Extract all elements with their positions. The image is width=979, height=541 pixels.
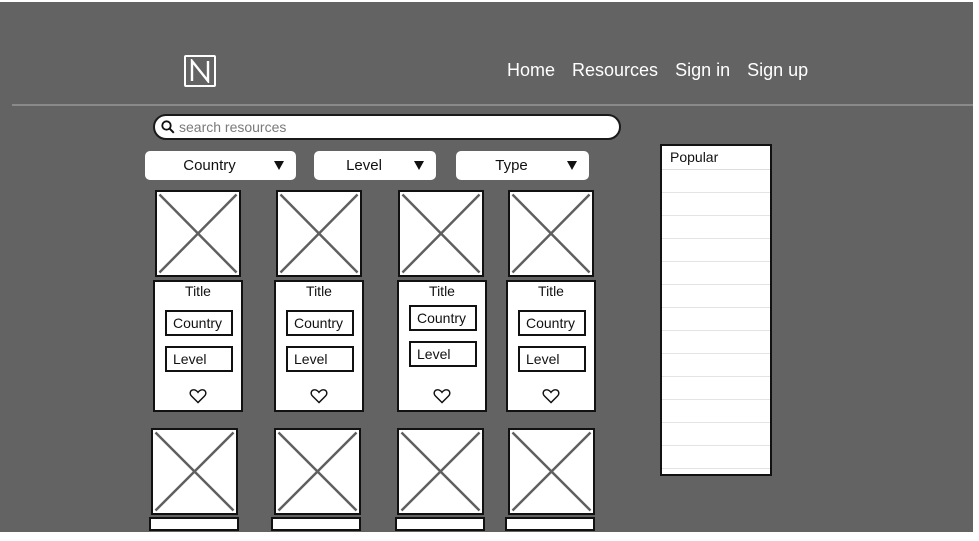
image-placeholder[interactable] xyxy=(508,190,594,277)
placeholder-x-icon xyxy=(158,193,238,274)
placeholder-x-icon xyxy=(277,431,358,512)
filter-country-label: Country xyxy=(183,157,236,174)
caret-down-icon xyxy=(414,161,424,170)
search-input[interactable] xyxy=(179,119,599,135)
caret-down-icon xyxy=(274,161,284,170)
popular-panel: Popular xyxy=(660,144,772,476)
card-title: Title xyxy=(306,283,332,299)
card-title: Title xyxy=(429,283,455,299)
image-placeholder[interactable] xyxy=(151,428,238,515)
header-divider xyxy=(12,104,973,106)
card-level-tag[interactable]: Level xyxy=(286,346,354,372)
image-placeholder[interactable] xyxy=(274,428,361,515)
nav-sign-up[interactable]: Sign up xyxy=(747,59,808,81)
nav-resources[interactable]: Resources xyxy=(572,59,658,81)
popular-list-item[interactable] xyxy=(662,354,770,377)
heart-icon[interactable] xyxy=(542,388,560,404)
card-title: Title xyxy=(185,283,211,299)
popular-list-item[interactable] xyxy=(662,216,770,239)
heart-icon[interactable] xyxy=(189,388,207,404)
card-top-edge xyxy=(149,517,239,531)
filter-country[interactable]: Country xyxy=(145,151,296,180)
popular-list-item[interactable] xyxy=(662,331,770,354)
heart-icon[interactable] xyxy=(310,388,328,404)
popular-list-item[interactable] xyxy=(662,377,770,400)
filter-type-label: Type xyxy=(495,157,528,174)
popular-list xyxy=(662,170,770,469)
card-level-tag[interactable]: Level xyxy=(165,346,233,372)
card-title: Title xyxy=(538,283,564,299)
resource-card[interactable]: Title Country Level xyxy=(397,280,487,412)
image-placeholder[interactable] xyxy=(155,190,241,277)
popular-list-item[interactable] xyxy=(662,308,770,331)
logo[interactable] xyxy=(184,55,216,87)
card-top-edge xyxy=(395,517,485,531)
placeholder-x-icon xyxy=(154,431,235,512)
popular-list-item[interactable] xyxy=(662,285,770,308)
filter-level[interactable]: Level xyxy=(314,151,436,180)
resource-card[interactable]: Title Country Level xyxy=(506,280,596,412)
nav-sign-in[interactable]: Sign in xyxy=(675,59,730,81)
popular-list-item[interactable] xyxy=(662,193,770,216)
image-placeholder[interactable] xyxy=(276,190,362,277)
card-level-tag[interactable]: Level xyxy=(518,346,586,372)
placeholder-x-icon xyxy=(511,431,592,512)
popular-list-item[interactable] xyxy=(662,239,770,262)
popular-list-item[interactable] xyxy=(662,400,770,423)
image-placeholder[interactable] xyxy=(397,428,484,515)
card-country-tag[interactable]: Country xyxy=(286,310,354,336)
placeholder-x-icon xyxy=(401,193,481,274)
card-level-tag[interactable]: Level xyxy=(409,341,477,367)
heart-icon[interactable] xyxy=(433,388,451,404)
top-nav: Home Resources Sign in Sign up xyxy=(507,59,808,81)
popular-list-item[interactable] xyxy=(662,446,770,469)
image-placeholder[interactable] xyxy=(398,190,484,277)
card-top-edge xyxy=(505,517,595,531)
resource-card[interactable]: Title Country Level xyxy=(153,280,243,412)
logo-icon xyxy=(190,59,210,83)
resource-card[interactable]: Title Country Level xyxy=(274,280,364,412)
nav-home[interactable]: Home xyxy=(507,59,555,81)
filter-level-label: Level xyxy=(346,157,382,174)
search-icon xyxy=(161,120,175,134)
popular-title: Popular xyxy=(662,146,770,170)
card-top-edge xyxy=(271,517,361,531)
popular-list-item[interactable] xyxy=(662,170,770,193)
card-country-tag[interactable]: Country xyxy=(409,305,477,331)
caret-down-icon xyxy=(567,161,577,170)
search-bar[interactable] xyxy=(153,114,621,140)
placeholder-x-icon xyxy=(400,431,481,512)
placeholder-x-icon xyxy=(511,193,591,274)
card-country-tag[interactable]: Country xyxy=(518,310,586,336)
card-country-tag[interactable]: Country xyxy=(165,310,233,336)
page-frame: Home Resources Sign in Sign up Country L… xyxy=(0,2,973,532)
placeholder-x-icon xyxy=(279,193,359,274)
popular-list-item[interactable] xyxy=(662,262,770,285)
popular-list-item[interactable] xyxy=(662,423,770,446)
image-placeholder[interactable] xyxy=(508,428,595,515)
filter-type[interactable]: Type xyxy=(456,151,589,180)
